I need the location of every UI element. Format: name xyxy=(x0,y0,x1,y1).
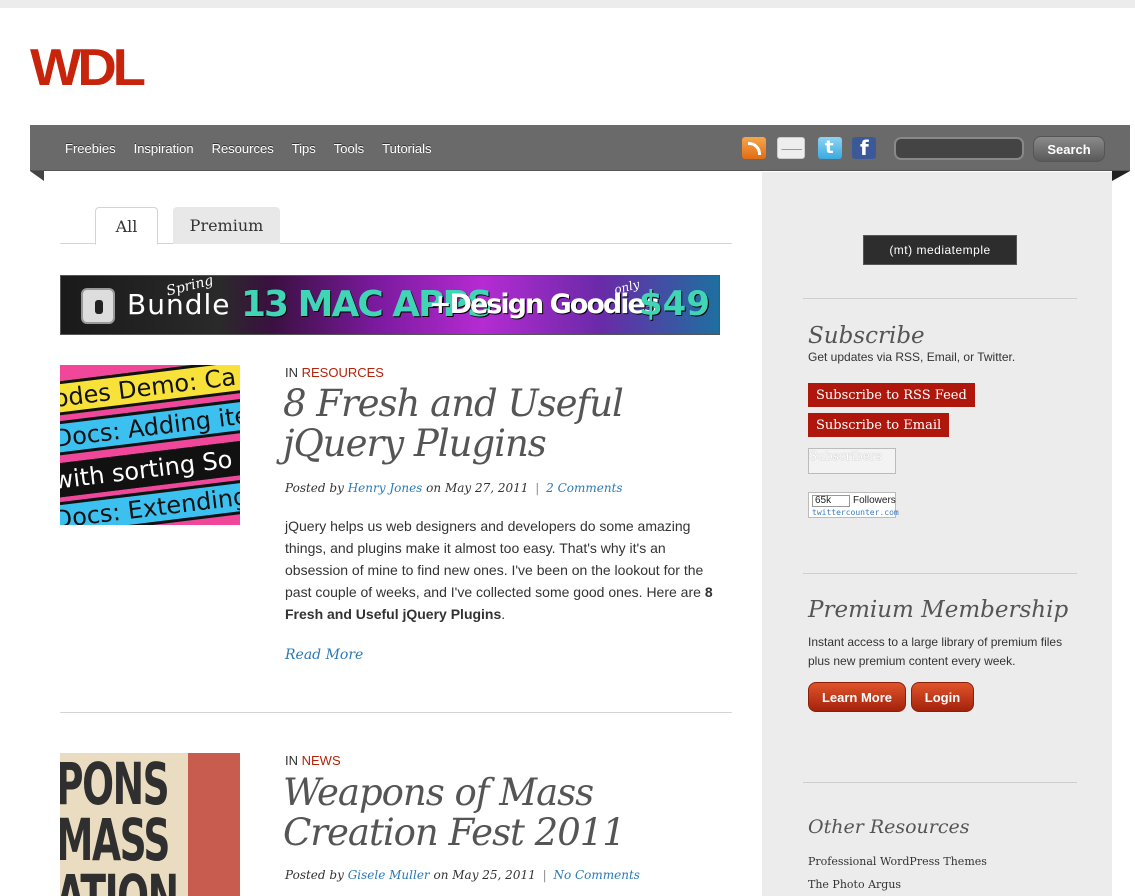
banner-price-text: $49 xyxy=(639,284,710,324)
thumb-text: ATION xyxy=(60,862,179,896)
twitter-icon[interactable] xyxy=(818,137,842,159)
post-date: on May 25, 2011 xyxy=(433,868,536,882)
other-resources-link[interactable]: Professional WordPress Themes xyxy=(808,855,987,868)
post-excerpt: jQuery helps us web designers and develo… xyxy=(285,515,725,625)
subscribe-heading: Subscribe xyxy=(808,323,925,349)
premium-text-line2: plus new premium content every week. xyxy=(808,654,1016,668)
nav-links: Freebies Inspiration Resources Tips Tool… xyxy=(65,125,450,171)
thumb-accent xyxy=(188,753,240,896)
post-title[interactable]: 8 Fresh and Useful jQuery Plugins xyxy=(283,382,624,465)
learn-more-button[interactable]: Learn More xyxy=(808,682,906,712)
post-category: IN NEWS xyxy=(285,753,341,768)
posted-by-label: Posted by xyxy=(285,868,344,882)
nav-fold-left xyxy=(30,171,44,181)
meta-separator: | xyxy=(535,481,540,495)
sidebar-divider xyxy=(803,298,1077,299)
nav-item-inspiration[interactable]: Inspiration xyxy=(134,141,194,156)
excerpt-text: jQuery helps us web designers and develo… xyxy=(285,518,705,600)
nav-item-tools[interactable]: Tools xyxy=(334,141,364,156)
banner-ad[interactable]: Bundle Spring 13 MAC APPS +Design Goodie… xyxy=(60,275,720,335)
rss-icon[interactable] xyxy=(742,137,766,159)
post-date: on May 27, 2011 xyxy=(426,481,529,495)
excerpt-end: . xyxy=(501,606,506,622)
post-thumbnail[interactable]: odes Demo: Ca Docs: Adding ite with sort… xyxy=(60,365,240,525)
premium-text-line1: Instant access to a large library of pre… xyxy=(808,635,1063,649)
twittercounter-url: twittercounter.com xyxy=(812,508,899,517)
post-divider xyxy=(60,712,732,713)
search-button[interactable]: Search xyxy=(1033,136,1105,162)
author-link[interactable]: Gisele Muller xyxy=(348,868,430,882)
premium-heading: Premium Membership xyxy=(808,597,1069,623)
twittercounter-badge[interactable]: 65k Followers twittercounter.com xyxy=(808,492,899,518)
subscribe-email-button[interactable]: Subscribe to Email xyxy=(808,413,950,437)
nav-item-resources[interactable]: Resources xyxy=(212,141,274,156)
post-meta: Posted by Gisele Muller on May 25, 2011 … xyxy=(285,868,640,882)
sidebar-divider xyxy=(803,573,1077,574)
comments-link[interactable]: No Comments xyxy=(553,868,640,882)
post-title-line: jQuery Plugins xyxy=(283,422,547,465)
other-resources-link[interactable]: The Photo Argus xyxy=(808,878,901,891)
sidebar xyxy=(762,172,1112,896)
followers-label: Followers xyxy=(853,495,896,506)
top-strip xyxy=(0,0,1135,8)
post-title[interactable]: Weapons of Mass Creation Fest 2011 xyxy=(283,771,626,854)
read-more-link[interactable]: Read More xyxy=(285,647,363,663)
nav-fold-right xyxy=(1112,171,1130,181)
email-icon[interactable] xyxy=(777,137,805,159)
nav-item-tutorials[interactable]: Tutorials xyxy=(382,141,431,156)
twitter-count: 65k xyxy=(812,495,850,507)
site-logo[interactable]: WDL xyxy=(30,42,146,94)
in-label: IN xyxy=(285,753,298,768)
subscribers-badge[interactable]: Subscribers xyxy=(808,448,896,474)
sidebar-divider xyxy=(803,782,1077,783)
post-meta: Posted by Henry Jones on May 27, 2011 | … xyxy=(285,481,623,495)
main-nav: Freebies Inspiration Resources Tips Tool… xyxy=(30,125,1130,171)
author-link[interactable]: Henry Jones xyxy=(348,481,423,495)
post-category: IN RESOURCES xyxy=(285,365,384,380)
tab-premium[interactable]: Premium xyxy=(173,207,280,244)
subscribe-text: Get updates via RSS, Email, or Twitter. xyxy=(808,350,1016,364)
tab-all[interactable]: All xyxy=(95,207,158,245)
tabs-baseline xyxy=(60,243,732,244)
search-input[interactable] xyxy=(894,137,1024,160)
nav-item-freebies[interactable]: Freebies xyxy=(65,141,116,156)
category-link[interactable]: NEWS xyxy=(302,753,341,768)
post-title-line: 8 Fresh and Useful xyxy=(283,382,624,425)
post-title-line: Creation Fest 2011 xyxy=(283,811,626,854)
in-label: IN xyxy=(285,365,298,380)
sponsor-mediatemple[interactable]: (mt) mediatemple xyxy=(863,235,1017,265)
category-link[interactable]: RESOURCES xyxy=(302,365,384,380)
subscribe-rss-button[interactable]: Subscribe to RSS Feed xyxy=(808,383,975,407)
thumb-text: MASS xyxy=(60,806,170,874)
comments-link[interactable]: 2 Comments xyxy=(546,481,622,495)
posted-by-label: Posted by xyxy=(285,481,344,495)
thumb-text: PONS xyxy=(60,753,170,818)
login-button[interactable]: Login xyxy=(911,682,974,712)
post-thumbnail[interactable]: PONS MASS ATION xyxy=(60,753,240,896)
meta-separator: | xyxy=(542,868,547,882)
facebook-icon[interactable] xyxy=(852,136,876,160)
lock-icon xyxy=(81,288,115,324)
post-title-line: Weapons of Mass xyxy=(283,771,594,814)
other-resources-heading: Other Resources xyxy=(808,816,970,838)
nav-item-tips[interactable]: Tips xyxy=(292,141,316,156)
